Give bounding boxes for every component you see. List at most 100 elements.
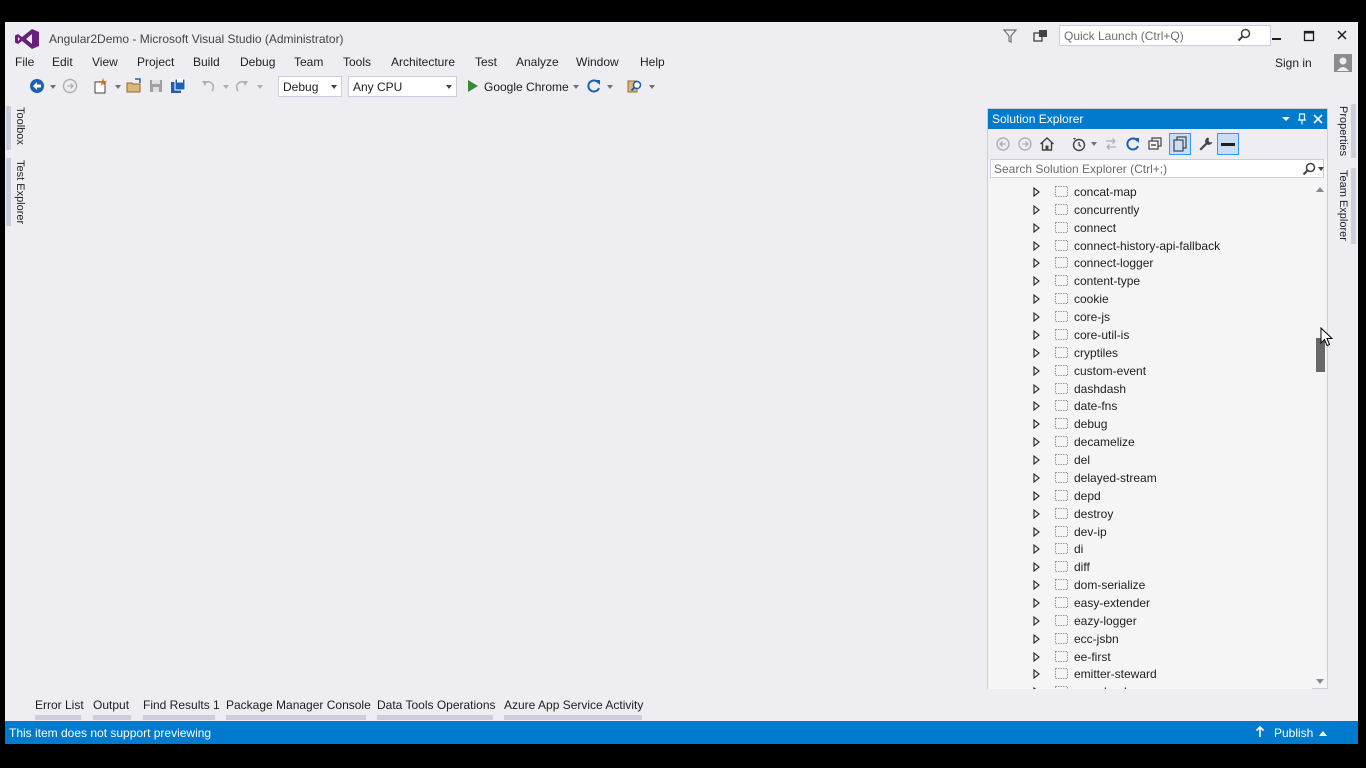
expand-arrow-icon[interactable] [1033, 240, 1040, 251]
pending-changes-filter-icon[interactable] [1071, 136, 1087, 152]
menu-view[interactable]: View [92, 55, 118, 69]
tree-item[interactable]: custom-event [988, 362, 1312, 380]
expand-arrow-icon[interactable] [1033, 687, 1040, 689]
menu-edit[interactable]: Edit [52, 55, 73, 69]
menu-test[interactable]: Test [475, 55, 497, 69]
tree-item[interactable]: decamelize [988, 433, 1312, 451]
preview-selected-items-icon[interactable] [1217, 133, 1239, 155]
collapse-all-icon[interactable] [1147, 136, 1163, 152]
menu-project[interactable]: Project [137, 55, 174, 69]
tree-item[interactable]: encodeurl [988, 683, 1312, 689]
chevron-down-icon[interactable] [573, 85, 579, 89]
azure-app-service-activity-tab[interactable]: Azure App Service Activity [504, 698, 643, 712]
scroll-down-arrow-icon[interactable] [1316, 679, 1324, 684]
refresh-browser-icon[interactable] [586, 78, 602, 94]
tree-item[interactable]: ee-first [988, 648, 1312, 666]
show-all-files-icon[interactable] [1169, 133, 1191, 155]
menu-analyze[interactable]: Analyze [516, 55, 559, 69]
tree-item[interactable]: del [988, 451, 1312, 469]
expand-arrow-icon[interactable] [1033, 419, 1040, 430]
chevron-down-icon[interactable] [1091, 142, 1097, 146]
expand-arrow-icon[interactable] [1033, 508, 1040, 519]
tree-item[interactable]: content-type [988, 272, 1312, 290]
pin-icon[interactable] [1296, 113, 1308, 125]
team-explorer-tab[interactable]: Team Explorer [1337, 170, 1349, 241]
expand-arrow-icon[interactable] [1033, 204, 1040, 215]
new-project-icon[interactable] [93, 78, 109, 94]
expand-arrow-icon[interactable] [1033, 312, 1040, 323]
account-icon[interactable] [1334, 54, 1352, 72]
properties-wrench-icon[interactable] [1198, 136, 1214, 152]
sync-with-active-document-icon[interactable] [1103, 136, 1119, 152]
expand-arrow-icon[interactable] [1033, 490, 1040, 501]
refresh-icon[interactable] [1125, 136, 1141, 152]
scroll-up-arrow-icon[interactable] [1316, 187, 1324, 192]
expand-arrow-icon[interactable] [1033, 455, 1040, 466]
navigate-forward-icon[interactable] [62, 78, 78, 94]
tree-item[interactable]: debug [988, 415, 1312, 433]
menu-window[interactable]: Window [576, 55, 619, 69]
tree-item[interactable]: dom-serialize [988, 576, 1312, 594]
expand-arrow-icon[interactable] [1033, 472, 1040, 483]
expand-arrow-icon[interactable] [1033, 258, 1040, 269]
save-all-icon[interactable] [170, 78, 186, 94]
expand-arrow-icon[interactable] [1033, 187, 1040, 197]
tree-item[interactable]: connect-history-api-fallback [988, 237, 1312, 255]
home-icon[interactable] [1039, 136, 1055, 152]
back-icon[interactable] [995, 136, 1011, 152]
find-in-files-icon[interactable] [627, 78, 643, 94]
data-tools-operations-tab[interactable]: Data Tools Operations [377, 698, 496, 712]
package-manager-console-tab[interactable]: Package Manager Console [226, 698, 371, 712]
expand-arrow-icon[interactable] [1033, 347, 1040, 358]
tree-item[interactable]: date-fns [988, 397, 1312, 415]
tree-item[interactable]: diff [988, 558, 1312, 576]
tree-item[interactable]: cryptiles [988, 344, 1312, 362]
close-button[interactable] [1331, 27, 1353, 45]
menu-team[interactable]: Team [294, 55, 323, 69]
toolbar-overflow-icon[interactable] [649, 85, 655, 89]
properties-tab[interactable]: Properties [1337, 106, 1349, 156]
search-icon[interactable] [1237, 28, 1251, 42]
solution-tree-scrollbar[interactable] [1313, 181, 1327, 689]
notifications-icon[interactable] [1033, 28, 1049, 44]
menu-debug[interactable]: Debug [240, 55, 275, 69]
menu-help[interactable]: Help [640, 55, 665, 69]
tree-item[interactable]: emitter-steward [988, 665, 1312, 683]
expand-arrow-icon[interactable] [1033, 222, 1040, 233]
open-file-icon[interactable] [126, 78, 142, 94]
tree-item[interactable]: ecc-jsbn [988, 630, 1312, 648]
expand-arrow-icon[interactable] [1033, 651, 1040, 662]
chevron-down-icon[interactable] [257, 85, 263, 89]
test-explorer-tab[interactable]: Test Explorer [14, 160, 26, 224]
redo-icon[interactable] [234, 78, 250, 94]
tree-item[interactable]: core-js [988, 308, 1312, 326]
output-tab[interactable]: Output [93, 698, 129, 712]
expand-arrow-icon[interactable] [1033, 526, 1040, 537]
tree-item[interactable]: dashdash [988, 380, 1312, 398]
solution-explorer-search-input[interactable] [990, 159, 1324, 178]
chevron-down-icon[interactable] [115, 85, 121, 89]
expand-arrow-icon[interactable] [1033, 615, 1040, 626]
chevron-up-icon[interactable] [1319, 731, 1327, 736]
expand-arrow-icon[interactable] [1033, 598, 1040, 608]
menu-architecture[interactable]: Architecture [391, 55, 455, 69]
navigate-back-icon[interactable] [29, 78, 45, 94]
maximize-button[interactable] [1298, 27, 1320, 45]
expand-arrow-icon[interactable] [1033, 669, 1040, 680]
minimize-button[interactable] [1265, 27, 1287, 45]
save-icon[interactable] [148, 78, 164, 94]
close-icon[interactable] [1312, 113, 1324, 125]
tree-item[interactable]: concat-map [988, 183, 1312, 201]
search-options-dropdown-icon[interactable] [1318, 167, 1324, 171]
undo-icon[interactable] [200, 78, 216, 94]
menu-file[interactable]: File [15, 55, 34, 69]
expand-arrow-icon[interactable] [1033, 544, 1040, 555]
expand-arrow-icon[interactable] [1033, 562, 1040, 573]
start-debugging-icon[interactable] [467, 79, 479, 93]
publish-button[interactable]: Publish [1274, 726, 1313, 740]
sign-in-link[interactable]: Sign in [1275, 56, 1312, 70]
expand-arrow-icon[interactable] [1033, 437, 1040, 448]
expand-arrow-icon[interactable] [1033, 383, 1040, 394]
error-list-tab[interactable]: Error List [35, 698, 84, 712]
expand-arrow-icon[interactable] [1033, 329, 1040, 340]
